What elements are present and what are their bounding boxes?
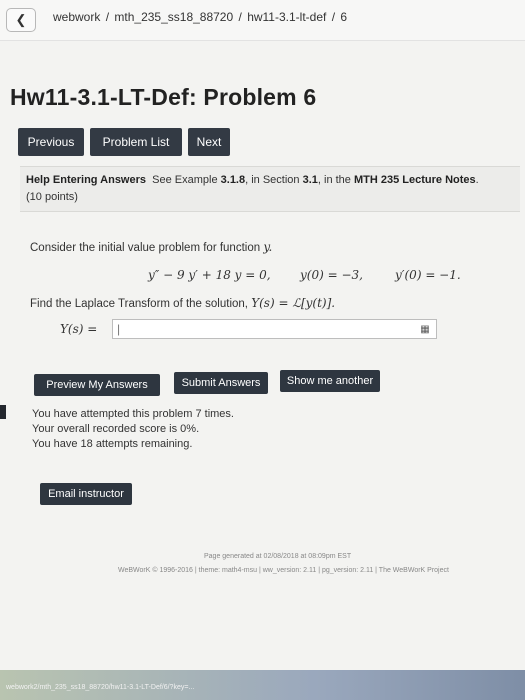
lecture-notes-ref: MTH 235 Lecture Notes xyxy=(353,174,476,186)
attempts-status: You have attempted this problem 7 times. xyxy=(32,408,234,420)
breadcrumb-item-problem: 6 xyxy=(340,10,348,24)
help-line: Help Entering Answers See Example 3.1.8,… xyxy=(26,174,479,186)
problem-intro-text: Consider the initial value problem for f… xyxy=(30,242,261,254)
copyright-text: WeBWorK © 1996-2016 | theme: math4-msu |… xyxy=(118,567,449,574)
remaining-status: You have 18 attempts remaining. xyxy=(32,438,193,450)
breadcrumb-separator: / xyxy=(105,10,110,24)
function-variable: y. xyxy=(263,240,273,254)
status-marker xyxy=(0,405,6,419)
breadcrumb-item-webwork[interactable]: webwork xyxy=(53,10,100,24)
ode-equation: y″ − 9 y′ + 18 y = 0, xyxy=(148,268,271,282)
section-ref: 3.1 xyxy=(302,174,318,186)
example-ref: 3.1.8 xyxy=(220,174,246,186)
breadcrumb-separator: / xyxy=(331,10,336,24)
answer-label: Y(s) = xyxy=(60,322,98,336)
problem-question-text: Find the Laplace Transform of the soluti… xyxy=(30,298,248,310)
initial-condition-1: y(0) = −3, xyxy=(300,268,363,282)
points-label: (10 points) xyxy=(26,191,78,203)
laplace-expression: Y(s) = ℒ[y(t)]. xyxy=(251,296,336,310)
previous-button[interactable]: Previous xyxy=(18,128,84,156)
help-text: See Example xyxy=(152,174,218,186)
help-text: , in Section xyxy=(245,174,300,186)
email-instructor-button[interactable]: Email instructor xyxy=(40,483,132,505)
problem-intro: Consider the initial value problem for f… xyxy=(30,240,272,254)
breadcrumb-item-set[interactable]: hw11-3.1-lt-def xyxy=(247,10,326,24)
initial-condition-2: y′(0) = −1. xyxy=(395,268,461,282)
next-button[interactable]: Next xyxy=(188,128,230,156)
help-text: . xyxy=(475,174,479,186)
status-url: webwork2/mth_235_ss18_88720/hw11-3.1-LT-… xyxy=(6,684,195,691)
help-entering-answers-link[interactable]: Help Entering Answers xyxy=(26,174,146,186)
problem-list-button[interactable]: Problem List xyxy=(90,128,182,156)
breadcrumb-item-course[interactable]: mth_235_ss18_88720 xyxy=(114,10,233,24)
preview-answers-button[interactable]: Preview My Answers xyxy=(34,374,160,396)
breadcrumb: webwork / mth_235_ss18_88720 / hw11-3.1-… xyxy=(52,10,348,24)
help-text: , in the xyxy=(317,174,351,186)
page-generated-text: Page generated at 02/08/2018 at 08:09pm … xyxy=(204,553,352,560)
show-another-button[interactable]: Show me another xyxy=(280,370,380,392)
help-box xyxy=(20,166,520,212)
chevron-left-icon: ❮ xyxy=(15,12,27,27)
equation-editor-icon[interactable]: ▦ xyxy=(416,322,434,336)
breadcrumb-separator: / xyxy=(238,10,242,24)
problem-question: Find the Laplace Transform of the soluti… xyxy=(30,296,335,310)
score-status: Your overall recorded score is 0%. xyxy=(32,423,200,435)
answer-input[interactable]: | xyxy=(112,319,437,339)
submit-answers-button[interactable]: Submit Answers xyxy=(174,372,268,394)
page-title: Hw11-3.1-LT-Def: Problem 6 xyxy=(10,84,317,110)
back-button[interactable]: ❮ xyxy=(6,8,36,32)
